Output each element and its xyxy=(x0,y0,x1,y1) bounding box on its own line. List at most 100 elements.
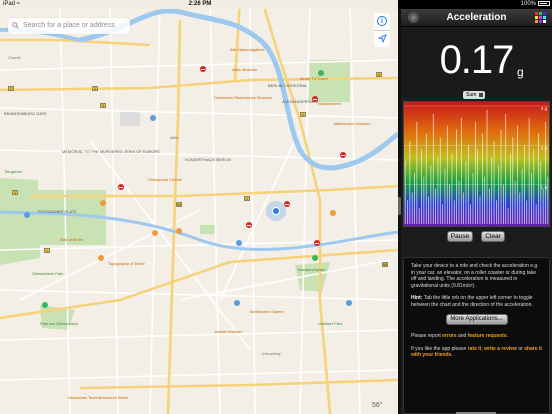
no-entry-icon xyxy=(312,96,318,102)
battery-percent: 100% xyxy=(520,1,536,8)
map-label[interactable]: Deutsches Historisches Museum xyxy=(214,95,272,101)
grid-cell xyxy=(535,16,538,19)
map-label[interactable]: Görlitzer Park xyxy=(318,321,342,327)
search-input[interactable]: Search for a place or address xyxy=(8,18,130,34)
place-pin-icon[interactable] xyxy=(318,70,324,76)
map-label[interactable]: Nikolaiviertel xyxy=(318,101,341,107)
road-number-badge: 2 xyxy=(92,86,98,91)
road-number-badge: 2 xyxy=(8,86,14,91)
road-number-badge: 96 xyxy=(176,202,182,207)
place-pin-icon[interactable] xyxy=(98,255,104,261)
map-canvas xyxy=(0,0,398,414)
location-arrow-icon[interactable] xyxy=(378,34,387,43)
battery-status: 100% xyxy=(400,1,550,7)
place-pin-icon[interactable] xyxy=(150,115,156,121)
place-pin-icon[interactable] xyxy=(152,230,158,236)
map-label[interactable]: Altes Museum xyxy=(232,67,257,73)
weather-temperature: 56° xyxy=(372,402,383,409)
like-prefix: If you like the app please xyxy=(411,345,467,352)
map-label[interactable]: Jewish Museum xyxy=(214,329,243,335)
map-controls: i xyxy=(374,13,390,47)
park-area xyxy=(0,178,40,265)
feature-requests-link[interactable]: feature requests xyxy=(468,333,507,339)
map-label[interactable]: MEMORIAL TO THE MURDERED JEWS OF EUROPE xyxy=(62,149,160,155)
acceleration-readout: 0.17 g xyxy=(401,29,552,97)
road-number-badge: 5 xyxy=(376,72,382,77)
map-label[interactable]: BERLIN CATHEDRAL xyxy=(268,83,308,89)
hint-label: Hint: xyxy=(411,295,423,301)
place-pin-icon[interactable] xyxy=(330,210,336,216)
map-label[interactable]: Alte Nationalgalerie xyxy=(230,47,265,53)
apps-grid-icon[interactable] xyxy=(535,12,546,23)
map-label[interactable]: Berlinische Galerie xyxy=(250,309,284,315)
road-number-badge: 1 xyxy=(44,248,50,253)
title-bar: Acceleration xyxy=(401,9,552,27)
clear-button[interactable]: Clear xyxy=(481,231,505,242)
search-icon xyxy=(12,22,19,29)
write-review-link[interactable]: write a review xyxy=(484,346,517,352)
map-label[interactable]: Topography of Terror xyxy=(108,261,145,267)
place-pin-icon[interactable] xyxy=(24,212,30,218)
place-pin-icon[interactable] xyxy=(100,200,106,206)
divider xyxy=(374,30,390,31)
map-label[interactable]: Mitte xyxy=(170,135,179,141)
rate-paragraph: If you like the app please rate it, writ… xyxy=(411,345,542,359)
map-label[interactable]: Charité xyxy=(8,55,21,61)
no-entry-icon xyxy=(200,66,206,72)
info-panel: Take your device to a ride and check the… xyxy=(403,257,550,414)
grid-cell xyxy=(539,12,542,15)
acceleration-unit: g xyxy=(517,65,524,79)
more-applications-button[interactable]: More Applications... xyxy=(445,314,508,325)
grid-cell xyxy=(535,12,538,15)
rate-it-link[interactable]: rate it xyxy=(468,346,482,352)
map-view[interactable]: Charité ALEXANDERPLATZ Alte Nationalgale… xyxy=(0,0,398,414)
pause-button[interactable]: Pause xyxy=(447,231,473,242)
current-location-marker[interactable] xyxy=(266,201,286,221)
map-label[interactable]: Deutsches Technikmuseum Berlin xyxy=(68,395,128,401)
map-label[interactable]: POTSDAMER PLATZ xyxy=(38,209,77,215)
building-area xyxy=(120,112,140,126)
map-label[interactable]: KONZERTHAUS BERLIN xyxy=(185,157,231,163)
info-icon[interactable]: i xyxy=(377,16,387,26)
clock: 2:26 PM xyxy=(188,1,212,7)
screen: Charité ALEXANDERPLATZ Alte Nationalgale… xyxy=(0,0,552,414)
chart-y-tick-label: 3 g xyxy=(541,106,548,111)
map-label[interactable]: Tiergarten xyxy=(4,169,22,175)
place-pin-icon[interactable] xyxy=(42,302,48,308)
place-pin-icon[interactable] xyxy=(234,300,240,306)
no-entry-icon xyxy=(118,184,124,190)
info-text: Take your device to a ride and check the… xyxy=(411,263,539,289)
current-location-dot xyxy=(272,207,280,215)
grid-cell xyxy=(535,20,538,23)
place-pin-icon[interactable] xyxy=(312,255,318,261)
map-label[interactable]: Mariannenplatz xyxy=(298,267,325,273)
map-label[interactable]: Park am Gleisdreieck xyxy=(40,321,78,327)
search-placeholder: Search for a place or address xyxy=(23,22,115,29)
report-errors-link[interactable]: errors xyxy=(442,333,456,339)
grid-cell xyxy=(543,16,546,19)
map-label[interactable]: Mall of Berlin xyxy=(60,237,83,243)
map-label[interactable]: Kreuzberg xyxy=(262,351,280,357)
map-label[interactable]: Checkpoint Charlie xyxy=(148,177,182,183)
hint-text: Tab the little orb on the upper left cor… xyxy=(411,295,533,308)
acceleration-chart: 3 g 2 g 1 g xyxy=(403,101,550,227)
no-entry-icon xyxy=(314,240,320,246)
map-label[interactable]: Gleisdreieck Park xyxy=(32,271,63,277)
place-pin-icon[interactable] xyxy=(346,300,352,306)
place-pin-icon[interactable] xyxy=(176,228,182,234)
grid-cell xyxy=(543,20,546,23)
report-paragraph: Please report errors and feature request… xyxy=(411,333,509,339)
grid-cell xyxy=(539,16,542,19)
grid-cell xyxy=(543,12,546,15)
chart-background xyxy=(404,102,549,226)
map-label[interactable]: Märkisches Museum xyxy=(334,121,371,127)
place-pin-icon[interactable] xyxy=(236,240,242,246)
or-text: or xyxy=(518,345,523,352)
road-number-badge: 1 xyxy=(12,190,18,195)
report-prefix: Please report xyxy=(411,333,441,339)
acceleration-app: Acceleration 0.17 g Sum 3 g 2 g 1 g Paus… xyxy=(401,9,552,414)
map-label[interactable]: BRANDENBURG GATE xyxy=(4,111,47,117)
road-number-badge: 1 xyxy=(300,112,306,117)
mode-select[interactable]: Sum xyxy=(463,91,485,99)
map-label[interactable]: Berlin TV Tower xyxy=(300,76,328,82)
